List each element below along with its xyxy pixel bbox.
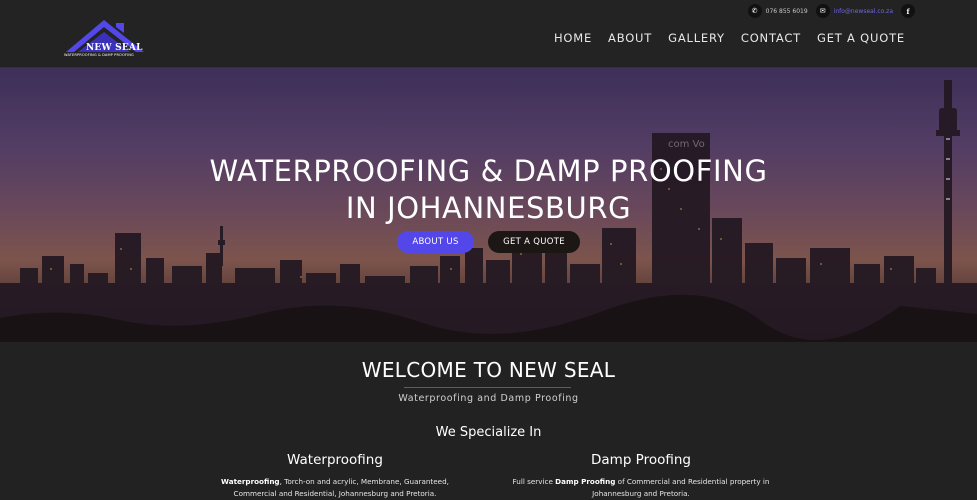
about-us-button[interactable]: ABOUT US — [397, 231, 474, 253]
top-contact-bar: ✆ 076 855 6019 ✉ info@newseal.co.za f — [747, 4, 915, 18]
welcome-title: WELCOME TO NEW SEAL — [361, 358, 616, 382]
logo-name: NEW SEAL — [86, 43, 143, 53]
get-a-quote-button[interactable]: GET A QUOTE — [488, 231, 580, 253]
hero-title-line2: IN JOHANNESBURG — [345, 191, 632, 225]
welcome-subtitle: Waterproofing and Damp Proofing — [398, 393, 579, 404]
damp-proofing-column: Damp Proofing Full service Damp Proofing… — [500, 452, 782, 500]
facebook-link[interactable]: f — [901, 4, 915, 18]
welcome-section: WELCOME TO NEW SEAL Waterproofing and Da… — [0, 342, 977, 500]
waterproofing-column: Waterproofing Waterproofing, Torch-on an… — [210, 452, 460, 500]
nav-home[interactable]: HOME — [554, 31, 592, 45]
damp-proofing-bold: Damp Proofing — [555, 477, 616, 486]
phone-number[interactable]: 076 855 6019 — [766, 8, 808, 15]
site-logo[interactable]: NEW SEAL WATERPROOFING & DAMP PROOFING — [64, 18, 156, 58]
hero-title-line1: WATERPROOFING & DAMP PROOFING — [209, 154, 768, 188]
nav-get-a-quote[interactable]: GET A QUOTE — [817, 31, 905, 45]
nav-contact[interactable]: CONTACT — [741, 31, 801, 45]
nav-about[interactable]: ABOUT — [608, 31, 652, 45]
email-link[interactable]: info@newseal.co.za — [834, 8, 893, 15]
specialize-heading: We Specialize In — [435, 425, 542, 440]
hero-banner: com Vo WATERPROOFING & DAMP PROOFING IN … — [0, 68, 977, 342]
logo-tagline: WATERPROOFING & DAMP PROOFING — [64, 53, 134, 57]
hero-title: WATERPROOFING & DAMP PROOFING IN JOHANNE… — [0, 153, 977, 227]
nav-gallery[interactable]: GALLERY — [668, 31, 725, 45]
damp-proofing-post: of Commercial and Residential property i… — [592, 477, 770, 498]
phone-contact[interactable]: ✆ 076 855 6019 — [747, 4, 808, 18]
waterproofing-bold: Waterproofing — [221, 477, 280, 486]
facebook-icon[interactable]: f — [901, 4, 915, 18]
envelope-icon: ✉ — [815, 4, 830, 18]
email-contact[interactable]: ✉ info@newseal.co.za — [815, 4, 893, 18]
damp-proofing-text: Full service Damp Proofing of Commercial… — [500, 476, 782, 500]
damp-proofing-pre: Full service — [512, 477, 556, 486]
phone-icon: ✆ — [747, 4, 762, 18]
waterproofing-heading: Waterproofing — [287, 452, 383, 468]
waterproofing-text: Waterproofing, Torch-on and acrylic, Mem… — [210, 476, 460, 500]
damp-proofing-heading: Damp Proofing — [591, 452, 691, 468]
title-divider — [404, 387, 571, 388]
site-header: ✆ 076 855 6019 ✉ info@newseal.co.za f NE… — [0, 0, 977, 68]
main-nav: HOME ABOUT GALLERY CONTACT GET A QUOTE — [554, 31, 905, 45]
